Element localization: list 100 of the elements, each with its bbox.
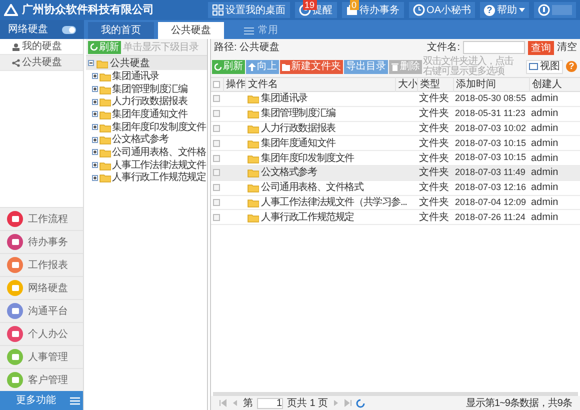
tree-node[interactable]: 人事行政工作规范规定 <box>86 172 207 184</box>
checkbox[interactable] <box>213 81 220 88</box>
checkbox[interactable] <box>213 140 220 147</box>
checkbox[interactable] <box>213 184 220 192</box>
menu-item[interactable]: 网络硬盘 <box>0 276 83 299</box>
table-row[interactable]: 人事行政工作规范规定 文件夹 2018-07-26 11:24 admin <box>211 210 580 226</box>
caret-icon <box>519 8 525 12</box>
reload-button[interactable] <box>356 398 366 408</box>
file-name[interactable]: 公文格式参考 <box>261 165 317 180</box>
header-button[interactable]: 设置我的桌面 <box>208 2 290 18</box>
toggle-switch[interactable] <box>62 26 76 34</box>
tree-node[interactable]: 集团年度印发制度文件 <box>86 120 207 134</box>
window-icon <box>529 63 538 70</box>
expand-icon <box>92 73 98 80</box>
previous-page-button[interactable] <box>231 399 239 407</box>
expand-icon <box>92 149 98 156</box>
file-name[interactable]: 集团年度印发制度文件 <box>261 150 354 166</box>
header-button[interactable]: OA小秘书 <box>408 2 475 18</box>
table-row[interactable]: 集团管理制度汇编 文件夹 2018-05-31 11:23 admin <box>211 106 580 122</box>
sidebar-item[interactable]: 我的硬盘 <box>0 39 83 55</box>
column-header[interactable]: 操作 <box>226 79 246 90</box>
filename-search-field[interactable] <box>463 41 525 54</box>
expand-icon <box>92 174 98 181</box>
menu-item[interactable]: 工作报表 <box>0 253 83 276</box>
sidebar-item[interactable]: 公共硬盘 <box>0 55 83 71</box>
tree-node[interactable]: 公司通用表格、文件格 <box>86 146 207 159</box>
column-header[interactable]: 文件名 <box>248 79 278 90</box>
checkbox[interactable] <box>213 110 220 118</box>
checkbox[interactable] <box>213 214 220 221</box>
more-functions-button[interactable]: 更多功能 <box>0 391 83 410</box>
folder-icon <box>99 96 111 108</box>
collapse-icon <box>88 60 94 66</box>
table-cell: admin <box>531 138 558 149</box>
refresh-icon <box>214 62 222 70</box>
column-header[interactable]: 添加时间 <box>456 79 496 90</box>
checkbox[interactable] <box>213 124 220 132</box>
help-icon: ? <box>566 61 577 72</box>
list-icon <box>244 26 254 34</box>
checkbox[interactable] <box>213 198 220 206</box>
table-row[interactable]: 集团年度印发制度文件 文件夹 2018-07-03 10:15 admin <box>211 151 580 166</box>
column-header[interactable]: 创建人 <box>532 79 562 90</box>
file-name[interactable]: 人事工作法律法规文件（共学习参... <box>261 194 407 210</box>
logo-text: 广州协众软件科技有限公司 <box>22 2 154 18</box>
menu-item[interactable]: 人事管理 <box>0 345 83 368</box>
table-row[interactable]: 人事工作法律法规文件（共学习参... 文件夹 2018-07-04 12:09 admin <box>211 196 580 210</box>
menu-item[interactable]: 待办事务 <box>0 230 83 253</box>
checkbox[interactable] <box>213 169 220 176</box>
table-row[interactable]: 人力行政数据报表 文件夹 2018-07-03 10:02 admin <box>211 122 580 136</box>
file-name[interactable]: 集团年度通知文件 <box>261 136 336 151</box>
table-cell: 2018-07-03 12:16 <box>455 182 526 192</box>
header-button[interactable]: 0 待办事务 <box>342 2 404 18</box>
search-button[interactable]: 查询 <box>528 40 554 54</box>
refresh-icon <box>356 398 366 408</box>
menu-item[interactable]: 沟通平台 <box>0 299 83 322</box>
view-button[interactable]: 视图 <box>526 60 563 74</box>
table-cell: 2018-07-03 10:02 <box>455 122 526 133</box>
tree-node[interactable]: 集团年度通知文件 <box>86 108 207 121</box>
column-header[interactable]: 类型 <box>420 79 440 90</box>
table-cell: 2018-05-31 11:23 <box>455 108 526 118</box>
folder-icon <box>99 108 111 120</box>
table-cell: admin <box>531 108 558 120</box>
tree-node[interactable]: 集团管理制度汇编 <box>86 82 207 96</box>
checkbox[interactable] <box>213 95 220 102</box>
page-number-field[interactable]: 1 <box>257 398 283 408</box>
table-row[interactable]: 集团通讯录 文件夹 2018-05-30 08:55 admin <box>211 92 580 107</box>
expand-icon <box>92 124 98 130</box>
last-page-button[interactable] <box>344 399 352 407</box>
table-cell: 文件夹 <box>419 167 449 178</box>
clear-button[interactable]: 清空 <box>557 40 577 55</box>
tree-root[interactable]: 公共硬盘 <box>86 56 207 70</box>
table-row[interactable]: 集团年度通知文件 文件夹 2018-07-03 10:15 admin <box>211 136 580 152</box>
file-name[interactable]: 集团通讯录 <box>261 91 308 106</box>
table-cell: 2018-07-26 11:24 <box>455 212 526 222</box>
table-row[interactable]: 公司通用表格、文件格式 文件夹 2018-07-03 12:16 admin <box>211 180 580 196</box>
toolbar-button[interactable]: 新建文件夹 <box>280 60 343 74</box>
table-cell: admin <box>531 152 558 164</box>
folder-icon <box>99 160 111 171</box>
grid-icon <box>212 4 224 16</box>
table-cell: 文件夹 <box>419 138 449 149</box>
tree-node[interactable]: 人事工作法律法规文件 <box>86 158 207 172</box>
file-name[interactable]: 人力行政数据报表 <box>261 121 336 136</box>
menu-item[interactable]: 个人办公 <box>0 322 83 345</box>
share-icon <box>12 58 20 66</box>
next-page-button[interactable] <box>332 399 340 407</box>
tree-node[interactable]: 集团通讯录 <box>86 70 207 83</box>
checkbox[interactable] <box>213 154 220 162</box>
menu-item[interactable]: 工作流程 <box>0 207 83 230</box>
file-name[interactable]: 公司通用表格、文件格式 <box>261 180 364 196</box>
header-button[interactable]: ? 帮助 <box>480 2 529 18</box>
table-row[interactable]: 公文格式参考 文件夹 2018-07-03 11:49 admin <box>211 166 580 181</box>
first-page-button[interactable] <box>219 399 227 407</box>
tab[interactable]: 公共硬盘 <box>158 22 224 39</box>
tree-node[interactable]: 人力行政数据报表 <box>86 95 207 108</box>
file-name[interactable]: 人事行政工作规范规定 <box>261 210 354 225</box>
tree-node[interactable]: 公文格式参考 <box>86 133 207 146</box>
menu-item[interactable]: 客户管理 <box>0 368 83 391</box>
file-name[interactable]: 集团管理制度汇编 <box>261 106 336 122</box>
table-cell: 文件夹 <box>419 196 449 208</box>
header-button[interactable] <box>534 2 576 18</box>
tab[interactable]: 我的首页 <box>88 22 154 39</box>
